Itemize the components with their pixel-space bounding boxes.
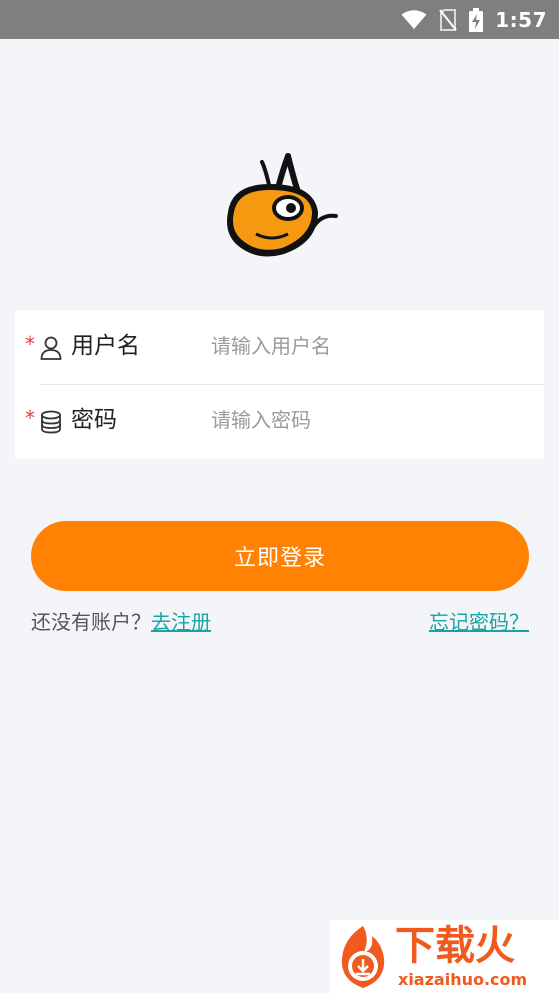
register-link[interactable]: 去注册 <box>151 610 211 634</box>
user-icon <box>40 336 62 360</box>
status-bar: 1:57 <box>0 0 559 39</box>
login-button[interactable]: 立即登录 <box>31 521 529 591</box>
no-account-prompt: 还没有账户？去注册 <box>31 606 211 635</box>
status-icons: 1:57 <box>401 6 547 34</box>
flame-download-icon <box>341 926 385 988</box>
no-account-text: 还没有账户？ <box>31 610 151 634</box>
login-form: * 用户名 * 密码 <box>15 310 544 459</box>
auth-links: 还没有账户？去注册 忘记密码？ <box>31 606 529 636</box>
password-label: 密码 <box>71 407 117 433</box>
username-label: 用户名 <box>71 333 140 359</box>
username-input[interactable] <box>211 328 531 364</box>
bee-mascot-logo <box>227 153 338 257</box>
password-input[interactable] <box>211 402 531 438</box>
watermark: 下载火 xiazaihuo.com <box>330 920 559 993</box>
required-mark: * <box>25 332 35 356</box>
password-row: * 密码 <box>15 384 544 458</box>
forgot-password-link[interactable]: 忘记密码？ <box>429 606 529 635</box>
no-sim-icon <box>439 9 458 31</box>
battery-charging-icon <box>469 8 484 32</box>
watermark-text: 下载火 <box>395 923 515 969</box>
username-row: * 用户名 <box>15 310 544 384</box>
status-time: 1:57 <box>495 8 547 32</box>
watermark-domain: xiazaihuo.com <box>398 970 528 989</box>
database-icon <box>41 410 61 434</box>
wifi-icon <box>401 10 427 29</box>
required-mark: * <box>25 406 35 430</box>
